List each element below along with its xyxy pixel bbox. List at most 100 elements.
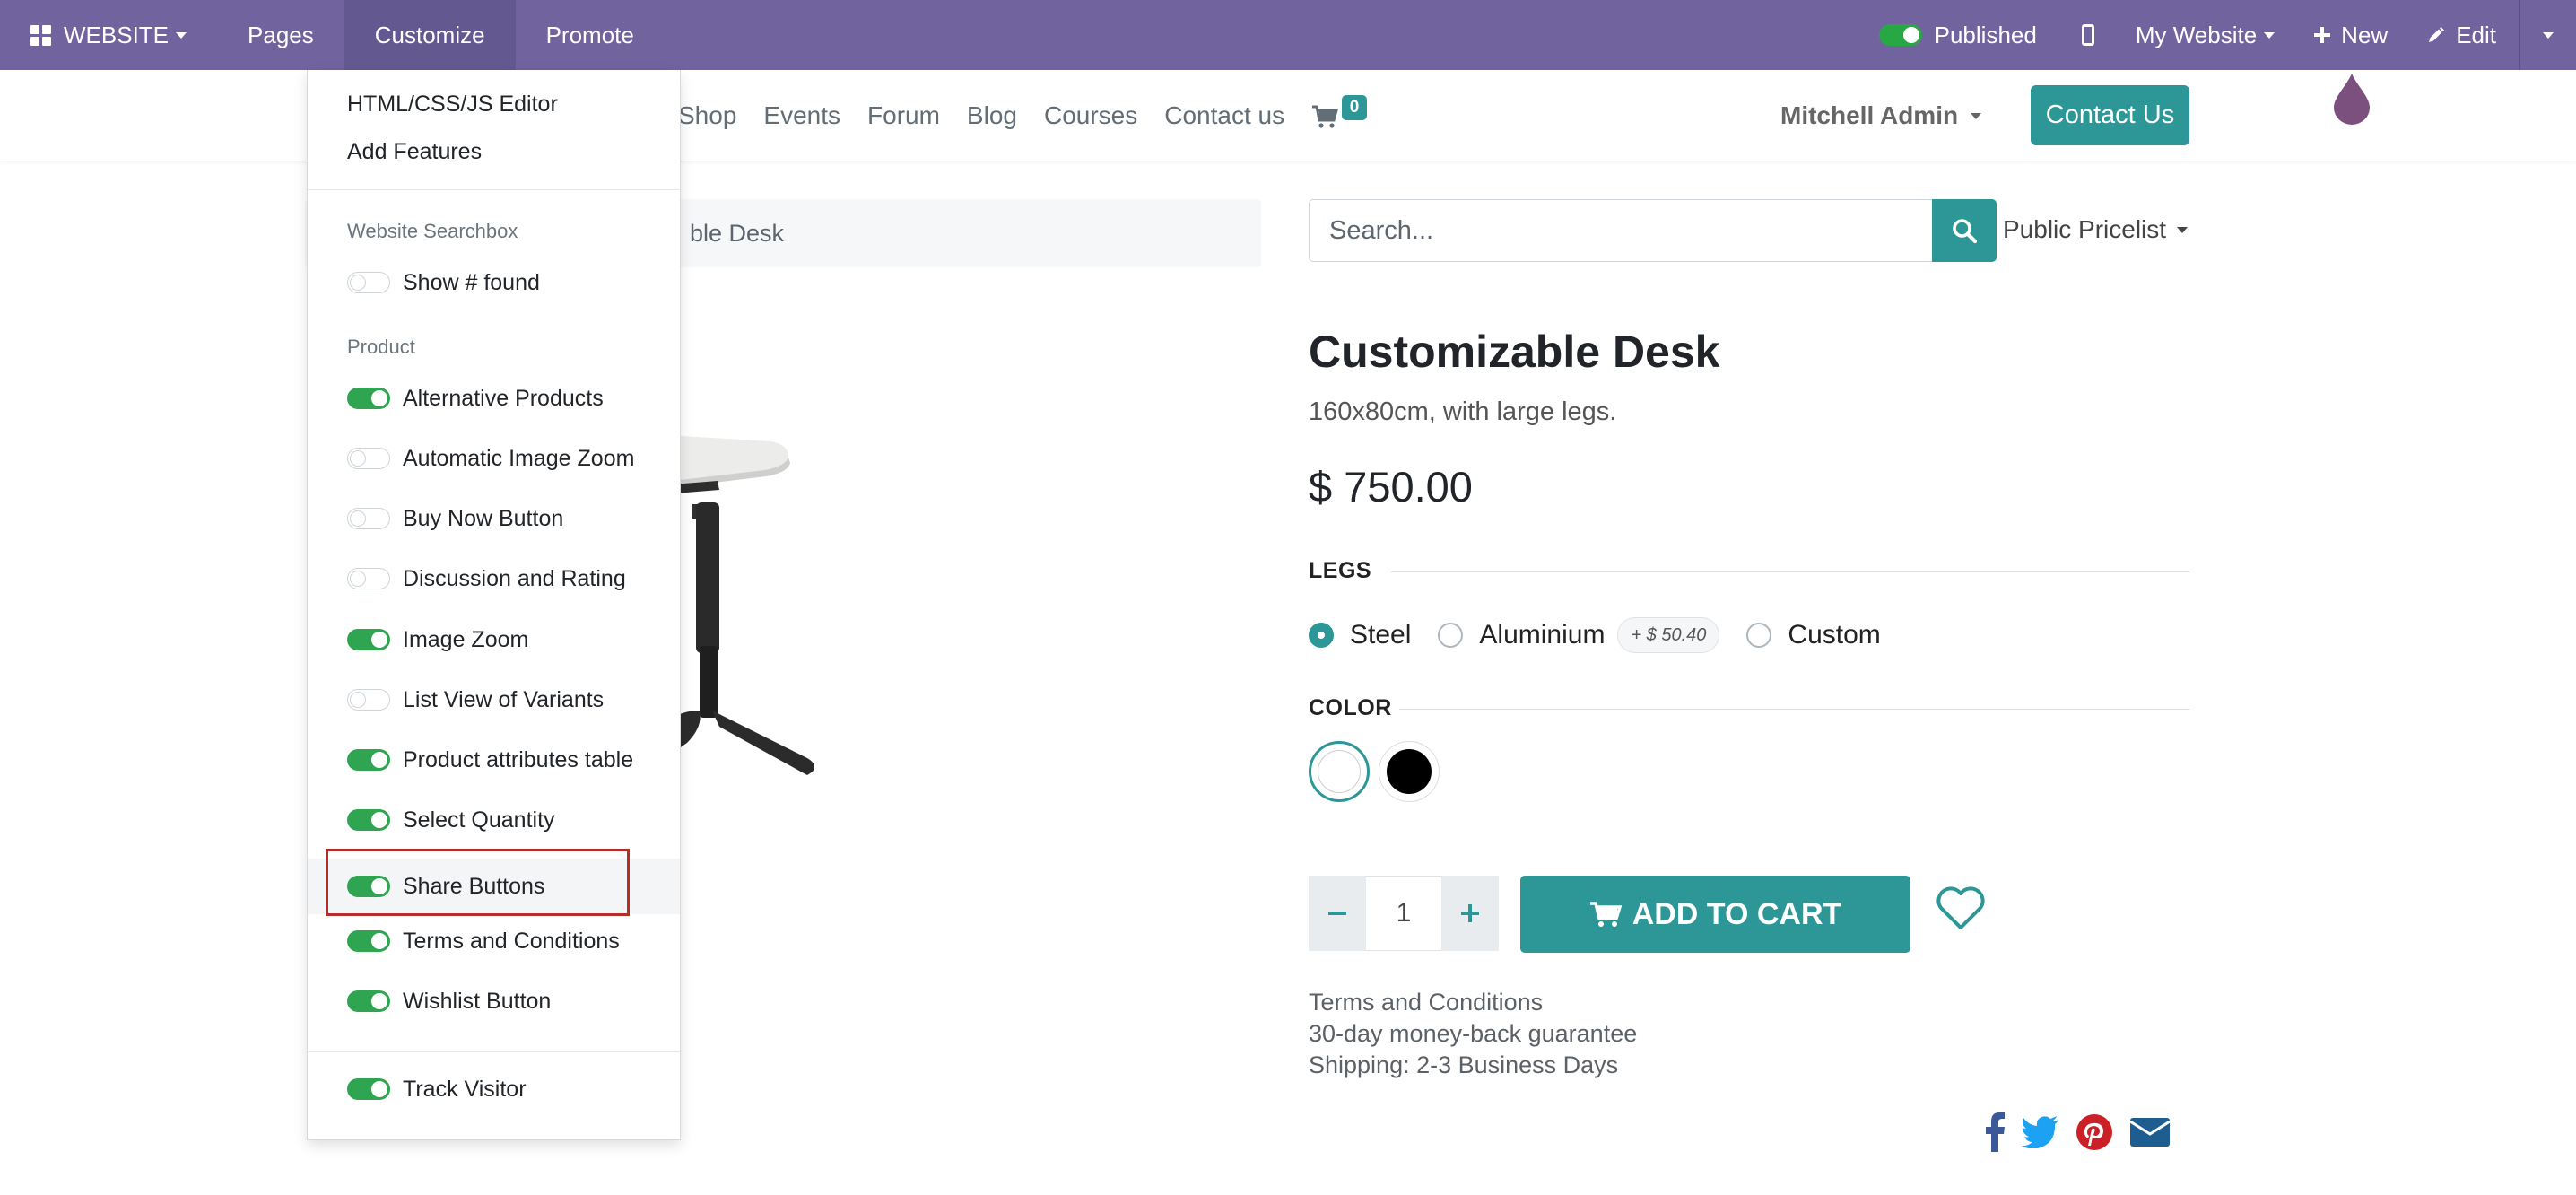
- legs-option-aluminium[interactable]: Aluminium + $ 50.40: [1438, 617, 1720, 653]
- wishlist-button-label: Wishlist Button: [403, 988, 552, 1014]
- mobile-preview-button[interactable]: [2060, 0, 2116, 70]
- caret-down-icon: [1971, 112, 1982, 119]
- contact-us-button[interactable]: Contact Us: [2031, 85, 2189, 145]
- pages-menu-button[interactable]: Pages: [217, 0, 344, 70]
- nav-item-shop[interactable]: Shop: [678, 101, 736, 130]
- terms-conditions-switch[interactable]: [347, 930, 390, 952]
- aluminium-radio[interactable]: [1438, 623, 1464, 648]
- image-zoom-switch[interactable]: [347, 629, 390, 650]
- color-swatch-white[interactable]: [1309, 741, 1370, 802]
- search-input[interactable]: Search...: [1309, 199, 1932, 262]
- pricelist-dropdown[interactable]: Public Pricelist: [2003, 212, 2189, 248]
- toggle-discussion-rating[interactable]: Discussion and Rating: [308, 556, 680, 601]
- pages-menu-label: Pages: [248, 21, 314, 48]
- my-website-menu[interactable]: My Website: [2116, 0, 2294, 70]
- toggle-wishlist-button[interactable]: Wishlist Button: [308, 979, 680, 1024]
- discussion-rating-label: Discussion and Rating: [403, 565, 626, 591]
- minus-icon: [1328, 912, 1346, 915]
- user-menu[interactable]: Mitchell Admin: [1780, 70, 1982, 161]
- alternative-products-switch[interactable]: [347, 388, 390, 409]
- steel-radio[interactable]: [1309, 623, 1334, 648]
- add-features-link[interactable]: Add Features: [347, 139, 482, 165]
- quantity-input[interactable]: 1: [1366, 876, 1441, 951]
- shopping-cart-icon: [1312, 105, 1338, 128]
- website-menu-label: WEBSITE: [64, 21, 170, 48]
- legs-divider: [1391, 571, 2189, 572]
- pencil-icon: [2429, 27, 2445, 42]
- customize-menu-button[interactable]: Customize: [344, 0, 516, 70]
- pinterest-icon[interactable]: [2076, 1113, 2113, 1156]
- promote-menu-button[interactable]: Promote: [516, 0, 665, 70]
- discussion-rating-switch[interactable]: [347, 568, 390, 589]
- html-css-js-editor-link[interactable]: HTML/CSS/JS Editor: [347, 92, 558, 118]
- show-found-switch[interactable]: [347, 272, 390, 293]
- guarantee-text: 30-day money-back guarantee: [1309, 1020, 1638, 1047]
- custom-radio[interactable]: [1746, 623, 1772, 648]
- track-visitor-label: Track Visitor: [403, 1076, 527, 1102]
- quantity-stepper: 1: [1309, 876, 1499, 951]
- wishlist-button-switch[interactable]: [347, 990, 390, 1012]
- toggle-automatic-image-zoom[interactable]: Automatic Image Zoom: [308, 436, 680, 481]
- twitter-icon[interactable]: [2022, 1116, 2059, 1153]
- toggle-show-found[interactable]: Show # found: [308, 260, 680, 305]
- plus-icon: [1461, 904, 1479, 922]
- facebook-icon[interactable]: [1984, 1112, 2006, 1156]
- published-switch[interactable]: [1878, 24, 1922, 46]
- select-quantity-switch[interactable]: [347, 809, 390, 831]
- image-zoom-label: Image Zoom: [403, 626, 529, 652]
- edit-label: Edit: [2456, 21, 2496, 48]
- heart-icon[interactable]: [1936, 886, 1986, 931]
- more-options-button[interactable]: [2520, 0, 2576, 70]
- website-menu-button[interactable]: WEBSITE: [0, 0, 217, 70]
- caret-down-icon: [2543, 31, 2554, 39]
- buy-now-button-switch[interactable]: [347, 508, 390, 529]
- legs-option-steel[interactable]: Steel: [1309, 620, 1411, 650]
- legs-attribute-title: LEGS: [1309, 558, 1372, 583]
- envelope-icon[interactable]: [2129, 1116, 2171, 1153]
- toggle-terms-conditions[interactable]: Terms and Conditions: [308, 919, 680, 964]
- toggle-list-view-variants[interactable]: List View of Variants: [308, 677, 680, 722]
- nav-item-events[interactable]: Events: [763, 101, 840, 130]
- search-button[interactable]: [1932, 199, 1997, 262]
- toggle-track-visitor[interactable]: Track Visitor: [308, 1067, 680, 1112]
- published-label: Published: [1934, 21, 2037, 48]
- toggle-select-quantity[interactable]: Select Quantity: [308, 798, 680, 842]
- nav-item-forum[interactable]: Forum: [867, 101, 940, 130]
- toggle-image-zoom[interactable]: Image Zoom: [308, 617, 680, 662]
- toggle-buy-now-button[interactable]: Buy Now Button: [308, 496, 680, 541]
- legs-option-custom[interactable]: Custom: [1746, 620, 1881, 650]
- track-visitor-switch[interactable]: [347, 1078, 390, 1100]
- customize-menu-label: Customize: [374, 21, 485, 48]
- theme-drop-icon[interactable]: [2332, 72, 2371, 126]
- caret-down-icon: [2177, 226, 2189, 233]
- share-buttons-switch[interactable]: [347, 876, 390, 897]
- cart-link[interactable]: 0: [1311, 95, 1367, 133]
- aluminium-label: Aluminium: [1479, 620, 1606, 650]
- toggle-product-attributes-table[interactable]: Product attributes table: [308, 737, 680, 782]
- nav-item-courses[interactable]: Courses: [1044, 101, 1137, 130]
- add-to-cart-button[interactable]: ADD TO CART: [1520, 876, 1910, 953]
- published-toggle[interactable]: Published: [1849, 0, 2060, 70]
- color-swatch-black[interactable]: [1379, 741, 1440, 802]
- product-attributes-table-switch[interactable]: [347, 749, 390, 771]
- plus-icon: [2314, 27, 2331, 43]
- list-view-variants-switch[interactable]: [347, 689, 390, 711]
- toggle-share-buttons[interactable]: Share Buttons: [308, 859, 680, 914]
- terms-link[interactable]: Terms and Conditions: [1309, 987, 1637, 1018]
- quantity-decrease-button[interactable]: [1309, 876, 1366, 951]
- custom-label: Custom: [1788, 620, 1881, 650]
- my-website-label: My Website: [2135, 21, 2258, 48]
- search-icon: [1953, 219, 1978, 244]
- product-title: Customizable Desk: [1309, 327, 1720, 377]
- nav-item-blog[interactable]: Blog: [967, 101, 1017, 130]
- automatic-image-zoom-switch[interactable]: [347, 448, 390, 469]
- edit-button[interactable]: Edit: [2407, 0, 2519, 70]
- caret-down-icon: [2264, 31, 2276, 39]
- toggle-alternative-products[interactable]: Alternative Products: [308, 376, 680, 421]
- nav-item-contact-us[interactable]: Contact us: [1164, 101, 1284, 130]
- new-content-button[interactable]: New: [2294, 0, 2407, 70]
- aluminium-price-extra: + $ 50.40: [1617, 617, 1720, 653]
- quantity-increase-button[interactable]: [1441, 876, 1499, 951]
- list-view-variants-label: List View of Variants: [403, 686, 605, 712]
- menu-divider: [308, 1051, 680, 1052]
